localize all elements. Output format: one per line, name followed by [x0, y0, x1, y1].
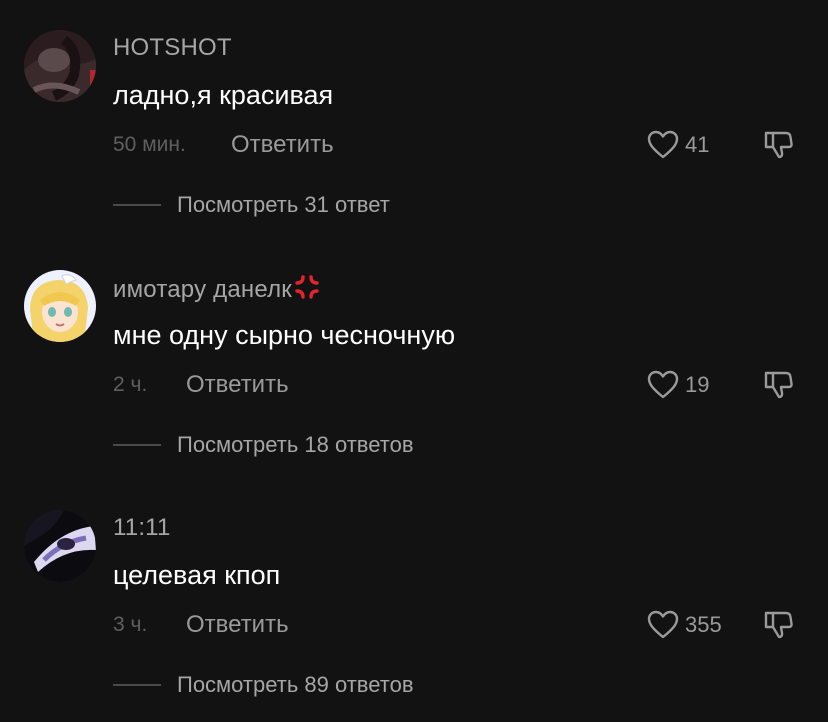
heart-outline-icon: [647, 370, 679, 399]
comment-text: ладно,я красивая: [113, 80, 334, 110]
view-replies-label: Посмотреть 89 ответов: [177, 672, 414, 697]
username[interactable]: 11:11: [113, 514, 171, 542]
view-replies-label: Посмотреть 18 ответов: [177, 432, 414, 457]
dislike-button[interactable]: [762, 609, 794, 641]
avatar[interactable]: [24, 30, 96, 102]
timestamp: 2 ч.: [113, 373, 148, 396]
comment-item: HOTSHOT ладно,я красивая 50 мин. Ответит…: [0, 0, 828, 240]
view-replies-label: Посмотреть 31 ответ: [177, 192, 390, 217]
view-replies-button[interactable]: Посмотреть 89 ответов: [113, 672, 414, 698]
like-button[interactable]: 41: [647, 130, 709, 160]
like-count: 41: [685, 132, 710, 157]
username[interactable]: имотару данелк: [113, 274, 320, 304]
like-button[interactable]: 355: [647, 610, 722, 640]
dislike-button[interactable]: [762, 369, 794, 401]
username-text: имотару данелк: [113, 276, 293, 303]
reply-button[interactable]: Ответить: [231, 131, 334, 159]
divider: [113, 444, 161, 446]
comment-text: целевая кпоп: [113, 560, 281, 590]
comment-item: 11:11 целевая кпоп 3 ч. Ответить 355 Пос…: [0, 480, 828, 720]
avatar[interactable]: [24, 270, 96, 342]
thumbs-down-outline-icon: [764, 371, 793, 399]
avatar[interactable]: [24, 510, 96, 582]
reply-button[interactable]: Ответить: [186, 371, 289, 399]
heart-outline-icon: [647, 610, 679, 639]
dislike-button[interactable]: [762, 129, 794, 161]
thumbs-down-outline-icon: [764, 611, 793, 639]
username[interactable]: HOTSHOT: [113, 34, 232, 62]
timestamp: 50 мин.: [113, 133, 186, 156]
anger-symbol-icon: [295, 275, 319, 299]
comment-item: имотару данелк мне одну сырно чесночную …: [0, 240, 828, 480]
heart-outline-icon: [647, 130, 679, 159]
like-count: 19: [685, 372, 710, 397]
reply-button[interactable]: Ответить: [186, 611, 289, 639]
like-count: 355: [685, 612, 722, 637]
comment-text: мне одну сырно чесночную: [113, 320, 456, 350]
like-button[interactable]: 19: [647, 370, 709, 400]
view-replies-button[interactable]: Посмотреть 18 ответов: [113, 432, 414, 458]
view-replies-button[interactable]: Посмотреть 31 ответ: [113, 192, 390, 218]
timestamp: 3 ч.: [113, 613, 148, 636]
divider: [113, 204, 161, 206]
divider: [113, 684, 161, 686]
thumbs-down-outline-icon: [764, 131, 793, 159]
